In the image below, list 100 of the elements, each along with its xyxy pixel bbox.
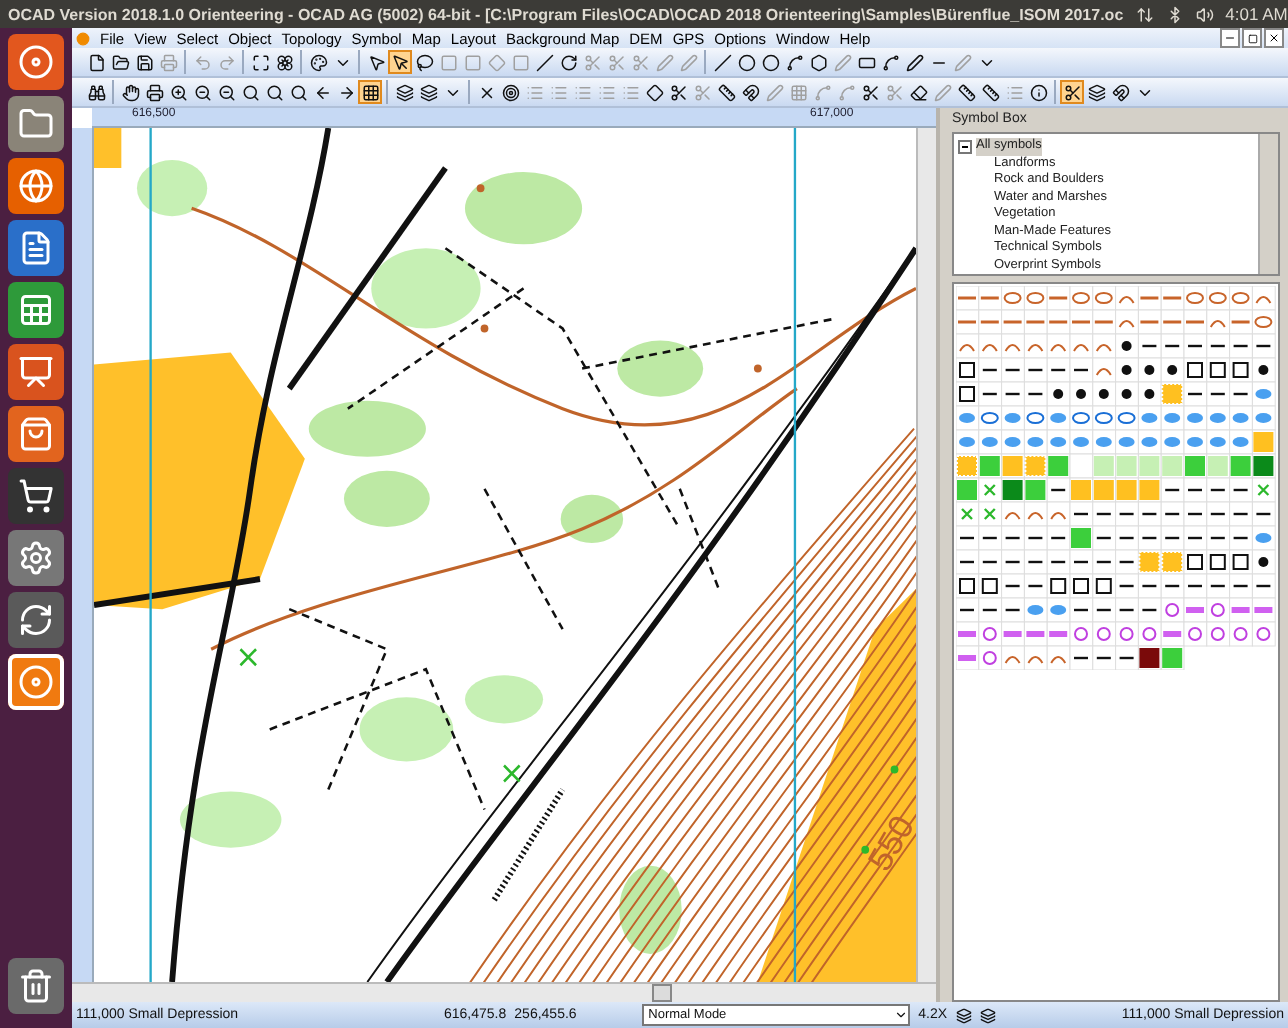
- scissors-tool-button[interactable]: [1060, 80, 1084, 104]
- line-icon: [713, 53, 731, 71]
- list-icon: [549, 83, 567, 101]
- open-tool-button[interactable]: [108, 50, 132, 74]
- volume-icon[interactable]: [1195, 5, 1214, 23]
- app-icon: [76, 31, 90, 45]
- new-icon: [87, 53, 105, 71]
- circle-tool-button[interactable]: [758, 50, 782, 74]
- fullscreen-icon: [251, 53, 269, 71]
- symbol-tool-button[interactable]: [272, 50, 296, 74]
- horizontal-scrollbar[interactable]: [72, 982, 936, 1002]
- impress-launcher-icon[interactable]: [8, 344, 64, 400]
- tree-scrollbar[interactable]: [1258, 134, 1278, 274]
- close-icon[interactable]: [1264, 28, 1284, 48]
- search-icon: [265, 83, 283, 101]
- delete-icon: [477, 83, 495, 101]
- window-title: OCAD Version 2018.1.0 Orienteering - OCAD AG (5002) 64-bit - [C:\Program Files\OCAD\OCAD 2018 Orienteering\Samples\Bürenflue_ISOM 2017.oc: [8, 5, 1124, 23]
- save-icon: [135, 53, 153, 71]
- dash-launcher-icon[interactable]: [8, 34, 64, 90]
- polygon-tool-button[interactable]: [806, 50, 830, 74]
- ellipse-tool-button[interactable]: [734, 50, 758, 74]
- target-icon: [501, 83, 519, 101]
- magnet-icon: [1111, 83, 1129, 101]
- search-icon: [241, 83, 259, 101]
- clock[interactable]: 4:01 AM: [1225, 4, 1288, 24]
- binoculars-tool-button[interactable]: [84, 80, 108, 104]
- ruler-icon: [717, 83, 735, 101]
- curve-icon: [837, 83, 855, 101]
- hand-tool-button[interactable]: [118, 80, 142, 104]
- orienteering-map-drawing[interactable]: [94, 128, 916, 982]
- rotate-icon: [559, 53, 577, 71]
- curve-tool-button[interactable]: [782, 50, 806, 74]
- layers-icon: [1087, 83, 1105, 101]
- pen-tool-button[interactable]: [902, 50, 926, 74]
- ruler-tool-button[interactable]: [954, 80, 978, 104]
- scissors-tool-button[interactable]: [666, 80, 690, 104]
- node-icon: [511, 53, 529, 71]
- grid-tool-button[interactable]: [358, 80, 382, 104]
- ruler-tool-button[interactable]: [978, 80, 1002, 104]
- list-icon: [597, 83, 615, 101]
- print-tool-button[interactable]: [142, 80, 166, 104]
- mapcolor-tool-button[interactable]: [306, 50, 330, 74]
- line-tool-button[interactable]: [532, 50, 556, 74]
- bluetooth-icon[interactable]: [1165, 5, 1184, 23]
- lasso-tool-button[interactable]: [412, 50, 436, 74]
- magnet-tool-button[interactable]: [1108, 80, 1132, 104]
- shop-launcher-icon[interactable]: [8, 468, 64, 524]
- files-launcher-icon[interactable]: [8, 96, 64, 152]
- undo-icon: [193, 53, 211, 71]
- ruler-tool-button[interactable]: [714, 80, 738, 104]
- layer-icon[interactable]: [955, 1007, 972, 1023]
- list-icon: [621, 83, 639, 101]
- open-icon: [111, 53, 129, 71]
- layers-tool-button[interactable]: [1084, 80, 1108, 104]
- curve-tool-button[interactable]: [878, 50, 902, 74]
- diamond-icon: [487, 53, 505, 71]
- network-icon[interactable]: [1135, 5, 1154, 23]
- minimize-icon[interactable]: [1220, 28, 1240, 48]
- update-launcher-icon[interactable]: [8, 592, 64, 648]
- software-launcher-icon[interactable]: [8, 406, 64, 462]
- calc-launcher-icon[interactable]: [8, 282, 64, 338]
- browser-launcher-icon[interactable]: [8, 158, 64, 214]
- fullscreen-tool-button[interactable]: [248, 50, 272, 74]
- line-tool-button[interactable]: [710, 50, 734, 74]
- scissors-tool-button[interactable]: [858, 80, 882, 104]
- zoom-in-tool-button[interactable]: [166, 80, 190, 104]
- search-tool-button[interactable]: [286, 80, 310, 104]
- curve-icon: [881, 53, 899, 71]
- vertical-scrollbar[interactable]: [916, 128, 936, 982]
- writer-launcher-icon[interactable]: [8, 220, 64, 276]
- search-tool-button[interactable]: [238, 80, 262, 104]
- edit-point-tool-button[interactable]: [388, 50, 412, 74]
- rotate-tool-button[interactable]: [556, 50, 580, 74]
- zoom-out-icon: [217, 83, 235, 101]
- back-icon: [313, 83, 331, 101]
- trash-launcher-icon[interactable]: [8, 958, 64, 1014]
- layers-tool-button[interactable]: [392, 80, 416, 104]
- eraser-tool-button[interactable]: [906, 80, 930, 104]
- node-icon: [439, 53, 457, 71]
- caret-icon[interactable]: [894, 1008, 909, 1022]
- pointer-tool-button[interactable]: [364, 50, 388, 74]
- list-icon: [1005, 83, 1023, 101]
- magnet-tool-button[interactable]: [738, 80, 762, 104]
- info-tool-button[interactable]: [1026, 80, 1050, 104]
- collapse-icon[interactable]: [958, 139, 972, 154]
- save-tool-button[interactable]: [132, 50, 156, 74]
- curve-icon: [785, 53, 803, 71]
- new-tool-button[interactable]: [84, 50, 108, 74]
- symbol-palette-drawing[interactable]: [956, 286, 1276, 670]
- zoom-out-tool-button[interactable]: [190, 80, 214, 104]
- layers-tool-button[interactable]: [416, 80, 440, 104]
- settings-launcher-icon[interactable]: [8, 530, 64, 586]
- zoom-out-tool-button[interactable]: [214, 80, 238, 104]
- layer-icon[interactable]: [979, 1007, 996, 1023]
- restore-icon[interactable]: [1242, 28, 1262, 48]
- target-tool-button[interactable]: [498, 80, 522, 104]
- search-tool-button[interactable]: [262, 80, 286, 104]
- scissors-icon: [631, 53, 649, 71]
- scissors-icon: [1063, 83, 1081, 101]
- diamond-tool-button[interactable]: [642, 80, 666, 104]
